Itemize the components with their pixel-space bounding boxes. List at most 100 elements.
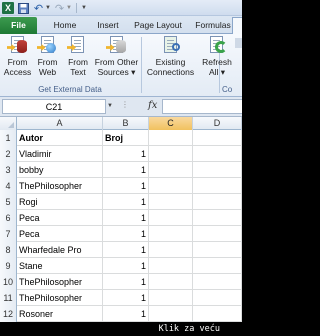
cell-d[interactable] [193,130,242,146]
customize-toolbar-icon[interactable]: ▼ [80,2,88,14]
row-header[interactable]: 11 [0,290,17,306]
cell-d[interactable] [193,226,242,242]
small-ribbon-button[interactable] [235,38,242,48]
cell-d[interactable] [193,274,242,290]
column-header-b[interactable]: B [103,117,149,130]
row-header[interactable]: 5 [0,194,17,210]
table-row: 7 Peca 1 [0,226,242,242]
tab-file[interactable]: File [0,17,37,34]
ribbon-tabs: File Home Insert Page Layout Formulas [0,16,242,34]
from-text-button[interactable]: From Text [63,35,93,85]
cell-a[interactable]: Stane [17,258,103,274]
cell-a[interactable]: ThePhilosopher [17,178,103,194]
existing-connections-button[interactable]: Existing Connections [143,35,198,85]
refresh-icon [207,35,227,55]
undo-icon[interactable]: ↶ [33,2,44,15]
column-header-c[interactable]: C [149,117,193,130]
cell-a[interactable]: ThePhilosopher [17,290,103,306]
tab-insert[interactable]: Insert [88,17,128,34]
table-row: 3 bobby 1 [0,162,242,178]
name-box-dropdown-icon[interactable]: ▼ [107,103,113,109]
cell-b[interactable]: 1 [103,242,149,258]
row-header[interactable]: 10 [0,274,17,290]
cell-b[interactable]: 1 [103,146,149,162]
cell-d[interactable] [193,146,242,162]
insert-function-icon[interactable]: fx [148,100,157,111]
cell-b[interactable]: 1 [103,290,149,306]
worksheet-grid[interactable]: A B C D 1 Autor Broj 2 Vladimir 1 3 bobby 1 4 TheP… [0,117,242,322]
cell-d[interactable] [193,258,242,274]
cell-b[interactable]: 1 [103,306,149,322]
cell-a[interactable]: Peca [17,210,103,226]
cell-b[interactable]: 1 [103,210,149,226]
cell-a[interactable]: Vladimir [17,146,103,162]
cell-c[interactable] [149,242,193,258]
row-header[interactable]: 12 [0,306,17,322]
cell-c[interactable] [149,226,193,242]
row-header[interactable]: 7 [0,226,17,242]
row-header[interactable]: 9 [0,258,17,274]
cell-d[interactable] [193,178,242,194]
redo-icon[interactable]: ↷ [54,2,65,15]
cell-c[interactable] [149,290,193,306]
from-web-button[interactable]: From Web [34,35,61,85]
cell-a[interactable]: Rosoner [17,306,103,322]
row-header[interactable]: 3 [0,162,17,178]
formula-bar-grip-icon[interactable]: ⋮ [121,100,129,109]
table-row: 12 Rosoner 1 [0,306,242,322]
cell-d[interactable] [193,290,242,306]
column-header-d[interactable]: D [193,117,242,130]
cell-c[interactable] [149,274,193,290]
cell-c[interactable] [149,194,193,210]
cell-d[interactable] [193,210,242,226]
tab-page-layout[interactable]: Page Layout [130,17,186,34]
cell-c[interactable] [149,258,193,274]
redo-dropdown-icon[interactable]: ▼ [66,2,72,14]
cell-b[interactable]: 1 [103,258,149,274]
cell-b[interactable]: 1 [103,226,149,242]
row-header[interactable]: 8 [0,242,17,258]
cell-b[interactable]: 1 [103,274,149,290]
cell-b[interactable]: 1 [103,178,149,194]
cell-d[interactable] [193,242,242,258]
row-header[interactable]: 4 [0,178,17,194]
cell-a[interactable]: Autor [17,130,103,146]
refresh-all-button[interactable]: Refresh All ▾ [201,35,233,85]
from-other-sources-button[interactable]: From Other Sources ▾ [94,35,139,85]
table-row: 2 Vladimir 1 [0,146,242,162]
cell-b[interactable]: Broj [103,130,149,146]
cell-d[interactable] [193,162,242,178]
tab-formulas[interactable]: Formulas [188,17,238,34]
cell-c[interactable] [149,162,193,178]
cell-d[interactable] [193,194,242,210]
button-label: Existing [155,57,186,67]
undo-dropdown-icon[interactable]: ▼ [45,2,51,14]
cell-b[interactable]: 1 [103,194,149,210]
cell-c[interactable] [149,178,193,194]
row-header[interactable]: 6 [0,210,17,226]
excel-icon[interactable]: X [2,2,14,14]
cell-c[interactable] [149,146,193,162]
cell-a[interactable]: bobby [17,162,103,178]
from-access-button[interactable]: From Access [1,35,34,85]
cell-b[interactable]: 1 [103,162,149,178]
cell-a[interactable]: Rogi [17,194,103,210]
cell-d[interactable] [193,306,242,322]
cell-a[interactable]: Wharfedale Pro [17,242,103,258]
formula-input[interactable] [162,99,242,114]
tab-home[interactable]: Home [46,17,84,34]
cell-c[interactable] [149,210,193,226]
save-icon[interactable] [18,2,29,14]
button-label: Connections [146,67,195,77]
cell-a[interactable]: Peca [17,226,103,242]
select-all-corner[interactable] [0,117,17,130]
row-header[interactable]: 1 [0,130,17,146]
enlarge-caption[interactable]: Klik za veću [0,322,242,336]
cell-c[interactable] [149,130,193,146]
column-header-a[interactable]: A [17,117,103,130]
row-header[interactable]: 2 [0,146,17,162]
name-box[interactable]: C21 [2,99,106,114]
tab-data[interactable] [232,17,242,34]
cell-c[interactable] [149,306,193,322]
cell-a[interactable]: ThePhilosopher [17,274,103,290]
